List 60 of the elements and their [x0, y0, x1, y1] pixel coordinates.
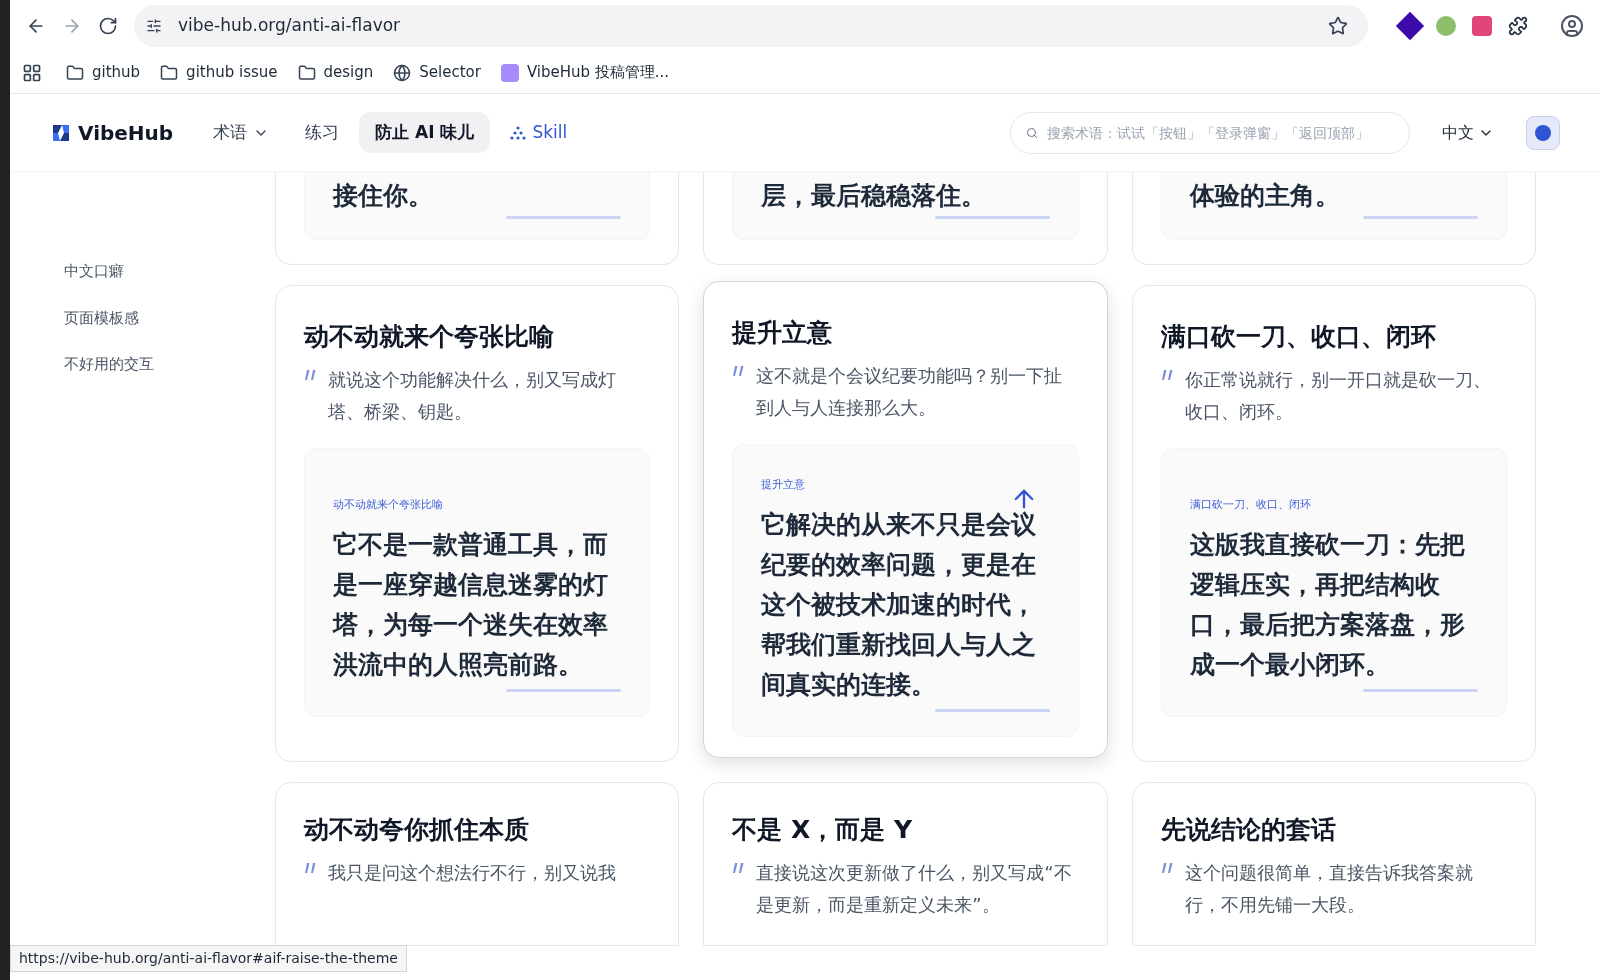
nav-tab[interactable]: 练习: [289, 111, 356, 154]
quote-text: 我只是问这个想法行不行，别又说我: [328, 860, 616, 885]
card-title: 满口砍一刀、收口、闭环: [1160, 321, 1437, 353]
quote-text: 直接说这次更新做了什么，别又写成“不是更新，而是重新定义未来”。: [756, 860, 1073, 917]
folder-icon: [66, 63, 84, 82]
star-icon[interactable]: [1328, 16, 1348, 36]
puzzle-icon[interactable]: [1508, 16, 1528, 36]
theme-toggle[interactable]: [1526, 115, 1560, 150]
card-title: 提升立意: [732, 317, 834, 349]
search-field[interactable]: 搜索术语：试试「按钮」「登录弹窗」「返回顶部」: [1010, 111, 1410, 154]
quote-text: 你正常说就行，别一开口就是砍一刀、收口、闭环。: [1184, 367, 1492, 424]
sidebar-item[interactable]: 不好用的交互: [64, 353, 275, 376]
example-text: 层，最后稳稳落住。: [761, 180, 988, 212]
logo-text: VibeHub: [78, 119, 174, 147]
profile-icon[interactable]: [1560, 14, 1584, 38]
quote-icon: [1160, 369, 1173, 380]
sidebar-item[interactable]: 中文口癖: [64, 260, 275, 283]
example-text: 它不是一款普通工具，而是一座穿越信息迷雾的灯塔，为每一个迷失在效率洪流中的人照亮前路。: [333, 529, 609, 681]
tag-label: 动不动就来个夸张比喻: [333, 496, 443, 513]
quote-text: 这不就是个会议纪要功能吗？别一下扯到人与人连接那么大。: [756, 363, 1064, 420]
card-title: 动不动夸你抓住本质: [304, 814, 530, 846]
quote-text: 就说这个功能解决什么，别又写成灯塔、桥梁、钥匙。: [328, 367, 617, 424]
quote-text: 这个问题很简单，直接告诉我答案就行，不用先铺一大段。: [1184, 860, 1474, 917]
address-bar[interactable]: vibe-hub.org/anti-ai-flavor: [134, 5, 1368, 47]
tag-label: 满口砍一刀、收口、闭环: [1189, 496, 1311, 513]
language-selector[interactable]: 中文: [1442, 120, 1494, 145]
nav-tab[interactable]: 防止 AI 味儿: [359, 111, 491, 154]
status-url: https://vibe-hub.org/anti-ai-flavor#aif-raise-the-theme: [10, 945, 407, 972]
example-text: 这版我直接砍一刀：先把逻辑压实，再把结构收口，最后把方案落盘，形成一个最小闭环。: [1189, 529, 1466, 681]
example-text: 体验的主角。: [1189, 180, 1341, 212]
search-icon: [1026, 126, 1038, 139]
url-text: vibe-hub.org/anti-ai-flavor: [178, 14, 402, 38]
nav-tab[interactable]: 术语: [197, 111, 286, 154]
logo[interactable]: VibeHub: [50, 117, 174, 148]
card-title: 不是 X，而是 Y: [732, 814, 914, 846]
card-title: 动不动就来个夸张比喻: [304, 321, 555, 353]
sidebar-item[interactable]: 页面模板感: [64, 306, 275, 329]
reload-icon[interactable]: [98, 16, 118, 36]
folder-icon: [297, 63, 316, 82]
bookmark[interactable]: github: [58, 57, 149, 88]
quote-icon: [732, 365, 745, 376]
example-text: 接住你。: [333, 180, 434, 212]
bookmark[interactable]: design: [289, 57, 382, 88]
card-title: 先说结论的套话: [1160, 814, 1337, 846]
example-text: 它解决的从来不只是会议纪要的效率问题，更是在这个被技术加速的时代，帮我们重新找回人与人之间真实的连接。: [761, 509, 1038, 701]
app-icon: [500, 63, 519, 82]
globe-icon: [393, 63, 412, 82]
tag-label: 提升立意: [761, 476, 806, 493]
triangle-dots-icon: [510, 125, 527, 140]
bookmark[interactable]: github issue: [152, 57, 286, 88]
bookmark[interactable]: Selector: [385, 57, 489, 88]
apps-icon[interactable]: [22, 62, 42, 83]
quote-icon: [304, 369, 316, 380]
quote-icon: [732, 862, 745, 873]
quote-icon: [304, 862, 316, 873]
quote-icon: [1160, 862, 1173, 873]
bookmark[interactable]: VibeHub 投稿管理...: [492, 57, 678, 88]
site-settings-icon[interactable]: [146, 18, 162, 34]
folder-icon: [160, 63, 179, 82]
nav-tab[interactable]: Skill: [494, 111, 584, 154]
